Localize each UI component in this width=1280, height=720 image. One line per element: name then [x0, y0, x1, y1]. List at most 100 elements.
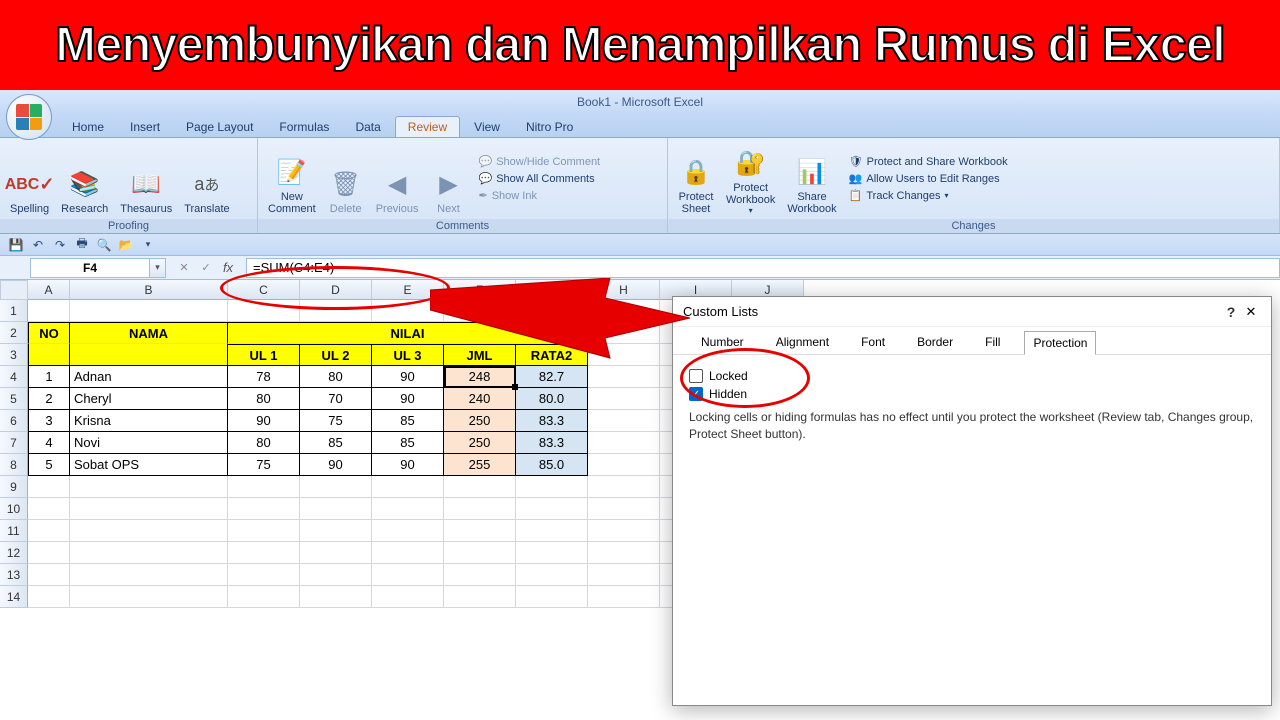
cell-empty[interactable] [300, 542, 372, 564]
dialog-tab-protection[interactable]: Protection [1024, 331, 1096, 355]
new-comment-button[interactable]: 📝New Comment [264, 141, 320, 217]
cell-empty[interactable] [228, 498, 300, 520]
tab-formulas[interactable]: Formulas [267, 117, 341, 137]
cell-empty[interactable] [372, 542, 444, 564]
dialog-tab-number[interactable]: Number [693, 331, 752, 354]
cell-empty[interactable] [372, 476, 444, 498]
dialog-tab-alignment[interactable]: Alignment [768, 331, 837, 354]
cell-empty[interactable] [228, 520, 300, 542]
hidden-checkbox-row[interactable]: ✓ Hidden [689, 387, 1255, 401]
row-header-6[interactable]: 6 [0, 410, 28, 432]
cell-empty[interactable] [228, 300, 300, 322]
protect-share-workbook-button[interactable]: 🛡Protect and Share Workbook [845, 154, 1012, 169]
hidden-checkbox[interactable]: ✓ [689, 387, 703, 401]
protect-sheet-button[interactable]: 🔒Protect Sheet [674, 141, 718, 217]
name-box[interactable]: F4 [30, 258, 150, 278]
cell-ul3[interactable]: 85 [372, 432, 444, 454]
cell-empty[interactable] [300, 586, 372, 608]
previous-comment-button[interactable]: ◀Previous [372, 141, 423, 217]
save-button[interactable]: 💾 [8, 237, 24, 253]
cell-ul2[interactable]: 75 [300, 410, 372, 432]
header-ul3[interactable]: UL 3 [372, 344, 444, 366]
cell-empty[interactable] [28, 586, 70, 608]
header-nilai[interactable]: NILAI [228, 322, 588, 344]
cell-empty[interactable] [228, 564, 300, 586]
cell-empty[interactable] [70, 476, 228, 498]
cell-empty[interactable] [444, 520, 516, 542]
column-header-H[interactable]: H [588, 280, 660, 300]
row-headers[interactable]: 1234567891011121314 [0, 300, 28, 608]
header-nama[interactable]: NAMA [70, 322, 228, 344]
cell-ul2[interactable]: 90 [300, 454, 372, 476]
cell-ul3[interactable]: 90 [372, 388, 444, 410]
cell-empty[interactable] [372, 498, 444, 520]
cell-jml[interactable]: 255 [444, 454, 516, 476]
cell-empty[interactable] [228, 586, 300, 608]
enter-formula-button[interactable]: ✓ [196, 259, 216, 277]
cell-empty[interactable] [588, 454, 660, 476]
cell-empty[interactable] [70, 520, 228, 542]
cell-nama[interactable]: Adnan [70, 366, 228, 388]
header-no[interactable]: NO [28, 322, 70, 344]
select-all-corner[interactable] [0, 280, 28, 300]
cell-empty[interactable] [70, 498, 228, 520]
name-box-dropdown[interactable]: ▾ [150, 258, 166, 278]
row-header-2[interactable]: 2 [0, 322, 28, 344]
row-header-8[interactable]: 8 [0, 454, 28, 476]
cell-empty[interactable] [516, 564, 588, 586]
header-nama[interactable] [70, 344, 228, 366]
cell-nama[interactable]: Sobat OPS [70, 454, 228, 476]
cell-ul3[interactable]: 90 [372, 454, 444, 476]
insert-function-button[interactable]: fx [218, 259, 238, 277]
cell-empty[interactable] [588, 388, 660, 410]
cancel-formula-button[interactable]: ✕ [174, 259, 194, 277]
dialog-tab-fill[interactable]: Fill [977, 331, 1008, 354]
office-button[interactable] [6, 94, 52, 140]
next-comment-button[interactable]: ▶Next [426, 141, 470, 217]
header-no[interactable] [28, 344, 70, 366]
spelling-button[interactable]: ABC✓Spelling [6, 141, 53, 217]
cell-empty[interactable] [70, 300, 228, 322]
cell-empty[interactable] [28, 520, 70, 542]
row-header-12[interactable]: 12 [0, 542, 28, 564]
tab-data[interactable]: Data [343, 117, 392, 137]
show-all-comments-button[interactable]: 💬Show All Comments [474, 171, 604, 186]
cell-ul2[interactable]: 85 [300, 432, 372, 454]
cell-empty[interactable] [588, 520, 660, 542]
cell-empty[interactable] [588, 498, 660, 520]
cell-ul1[interactable]: 78 [228, 366, 300, 388]
cell-no[interactable]: 4 [28, 432, 70, 454]
row-header-10[interactable]: 10 [0, 498, 28, 520]
column-header-A[interactable]: A [28, 280, 70, 300]
cell-empty[interactable] [70, 564, 228, 586]
cell-empty[interactable] [228, 476, 300, 498]
cell-empty[interactable] [372, 520, 444, 542]
locked-checkbox-row[interactable]: Locked [689, 369, 1255, 383]
share-workbook-button[interactable]: 📊Share Workbook [783, 141, 840, 217]
cell-empty[interactable] [444, 476, 516, 498]
cell-ul1[interactable]: 80 [228, 388, 300, 410]
cell-empty[interactable] [516, 520, 588, 542]
open-button[interactable]: 📂 [118, 237, 134, 253]
tab-review[interactable]: Review [395, 116, 460, 137]
cell-no[interactable]: 5 [28, 454, 70, 476]
column-header-G[interactable]: G [516, 280, 588, 300]
tab-insert[interactable]: Insert [118, 117, 172, 137]
cell-ul2[interactable]: 80 [300, 366, 372, 388]
column-header-F[interactable]: F [444, 280, 516, 300]
undo-button[interactable]: ↶ [30, 237, 46, 253]
cell-empty[interactable] [516, 542, 588, 564]
cell-empty[interactable] [516, 586, 588, 608]
cell-empty[interactable] [28, 498, 70, 520]
row-header-9[interactable]: 9 [0, 476, 28, 498]
column-header-C[interactable]: C [228, 280, 300, 300]
header-rata[interactable]: RATA2 [516, 344, 588, 366]
show-ink-button[interactable]: ✒Show Ink [474, 188, 604, 203]
tab-nitro-pro[interactable]: Nitro Pro [514, 117, 585, 137]
formula-input[interactable]: =SUM(C4:E4) [246, 258, 1280, 278]
cell-ul1[interactable]: 90 [228, 410, 300, 432]
cell-rata[interactable]: 80.0 [516, 388, 588, 410]
cell-nama[interactable]: Novi [70, 432, 228, 454]
cell-empty[interactable] [588, 344, 660, 366]
cell-empty[interactable] [588, 564, 660, 586]
